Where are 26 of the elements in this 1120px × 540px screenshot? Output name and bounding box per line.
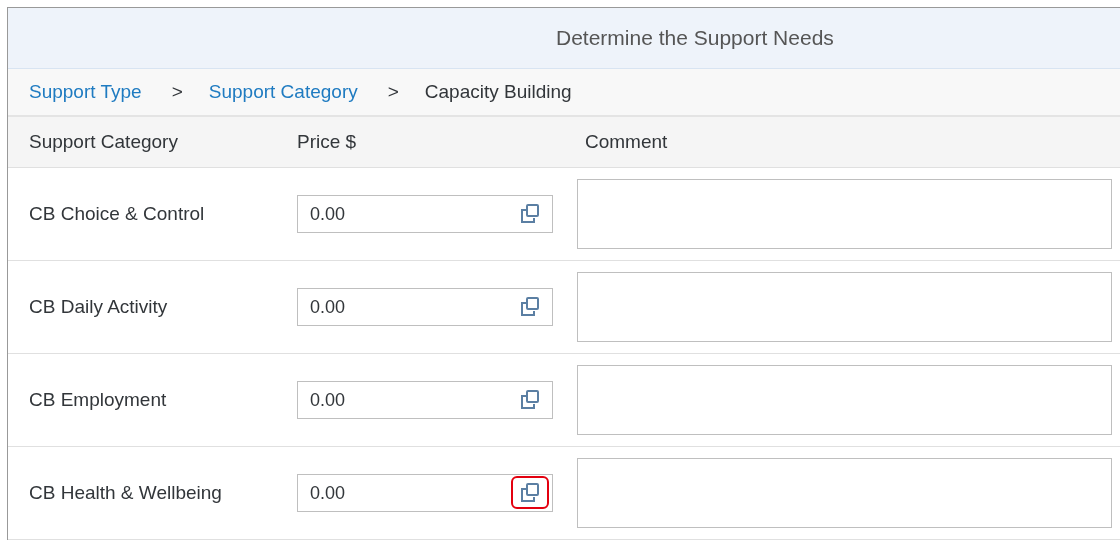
copy-icon xyxy=(519,295,541,318)
category-label: CB Choice & Control xyxy=(29,203,205,225)
breadcrumb-separator: > xyxy=(171,81,183,103)
comment-field[interactable] xyxy=(577,458,1112,528)
price-field[interactable]: 0.00 xyxy=(297,288,553,326)
page-title: Determine the Support Needs xyxy=(556,26,834,50)
column-header: Support Category xyxy=(29,131,178,153)
breadcrumb-current: Capacity Building xyxy=(424,81,572,103)
category-label: CB Health & Wellbeing xyxy=(29,482,222,504)
column-header: Price $ xyxy=(297,131,357,153)
column-header: Comment xyxy=(585,131,668,153)
copy-icon xyxy=(519,202,541,225)
category-label: CB Daily Activity xyxy=(29,296,168,318)
breadcrumb-link[interactable]: Support Category xyxy=(208,81,358,103)
copy-icon xyxy=(519,388,541,411)
copy-icon xyxy=(519,481,541,504)
comment-field[interactable] xyxy=(577,365,1112,435)
price-field[interactable]: 0.00 xyxy=(297,474,553,512)
comment-field[interactable] xyxy=(577,272,1112,342)
category-label: CB Employment xyxy=(29,389,167,411)
copy-button[interactable] xyxy=(511,476,549,509)
price-field[interactable]: 0.00 xyxy=(297,381,553,419)
breadcrumb-separator: > xyxy=(387,81,399,103)
price-field[interactable]: 0.00 xyxy=(297,195,553,233)
comment-field[interactable] xyxy=(577,179,1112,249)
breadcrumb-link[interactable]: Support Type xyxy=(29,81,142,103)
